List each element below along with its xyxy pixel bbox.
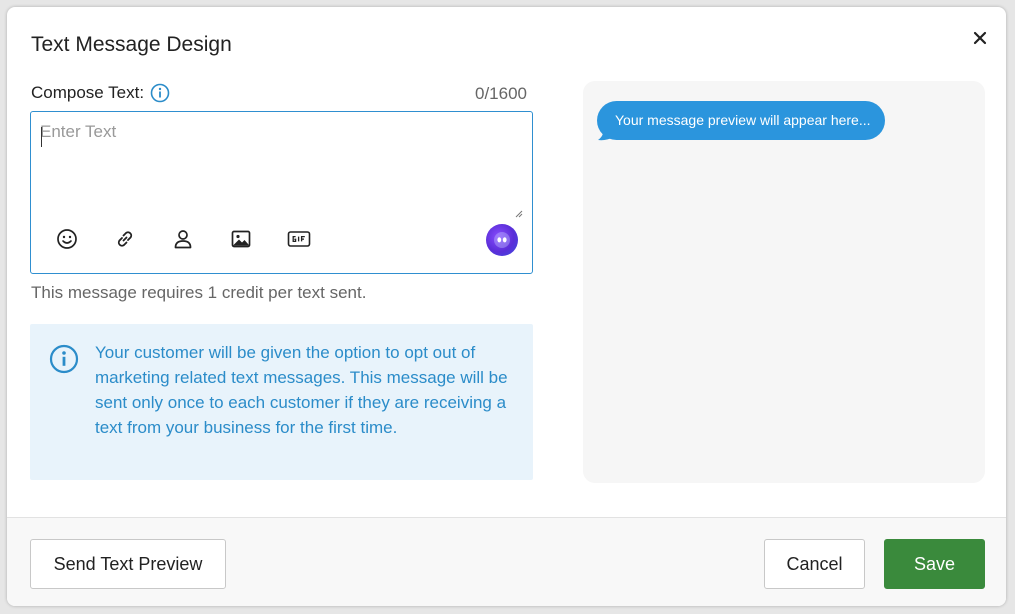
resize-grip-icon[interactable] <box>513 208 523 218</box>
save-button[interactable]: Save <box>884 539 985 589</box>
gif-button[interactable] <box>285 225 313 253</box>
modal-title: Text Message Design <box>31 33 232 56</box>
send-text-preview-button[interactable]: Send Text Preview <box>30 539 226 589</box>
text-caret <box>41 127 42 147</box>
credit-note: This message requires 1 credit per text … <box>31 283 367 302</box>
compose-text-container <box>30 111 533 274</box>
image-button[interactable] <box>227 225 255 253</box>
character-counter: 0/1600 <box>475 84 527 103</box>
compose-text-label: Compose Text: <box>31 83 145 102</box>
personalize-button[interactable] <box>169 225 197 253</box>
text-message-design-modal: Text Message Design Compose Text: 0/1600 <box>7 7 1006 606</box>
opt-out-info-text: Your customer will be given the option t… <box>95 343 508 437</box>
ai-assistant-button[interactable] <box>486 224 518 256</box>
person-icon <box>174 230 192 249</box>
ai-assistant-icon <box>494 232 510 248</box>
opt-out-info-box: Your customer will be given the option t… <box>30 324 533 480</box>
message-preview-panel: Your message preview will appear here... <box>583 81 985 483</box>
link-button[interactable] <box>111 225 139 253</box>
link-icon <box>117 231 133 247</box>
close-icon <box>973 31 987 45</box>
modal-footer: Send Text Preview Cancel Save <box>7 518 1006 606</box>
gif-icon <box>287 231 311 247</box>
emoji-icon <box>57 229 77 249</box>
preview-bubble-text: Your message preview will appear here... <box>597 101 885 140</box>
info-icon <box>49 344 79 374</box>
preview-bubble: Your message preview will appear here... <box>597 101 885 141</box>
info-icon[interactable] <box>150 83 170 103</box>
close-button[interactable] <box>969 27 991 49</box>
compose-text-label-row: Compose Text: <box>31 83 170 103</box>
image-icon <box>231 230 251 248</box>
cancel-button[interactable]: Cancel <box>764 539 865 589</box>
compose-text-input[interactable] <box>40 122 510 212</box>
emoji-button[interactable] <box>53 225 81 253</box>
